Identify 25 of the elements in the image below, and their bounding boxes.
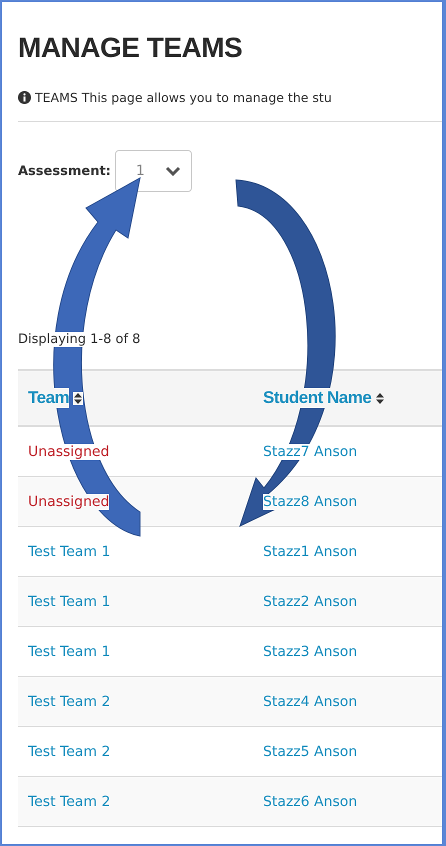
info-icon <box>18 91 31 104</box>
team-link[interactable]: Test Team 1 <box>28 644 110 660</box>
team-link[interactable]: Unassigned <box>28 494 110 510</box>
sort-icon[interactable] <box>73 392 84 404</box>
page-title: MANAGE TEAMS <box>18 31 244 65</box>
chevron-down-icon <box>164 166 181 176</box>
results-summary: Displaying 1-8 of 8 <box>18 332 140 347</box>
info-text: TEAMS This page allows you to manage the stu <box>35 90 332 105</box>
student-link[interactable]: Stazz5 Anson <box>263 744 358 760</box>
team-link[interactable]: Test Team 1 <box>28 594 110 610</box>
team-link[interactable]: Unassigned <box>28 444 110 460</box>
column-heading[interactable]: Student Name <box>263 388 372 408</box>
student-link[interactable]: Stazz2 Anson <box>263 594 358 610</box>
team-link[interactable]: Test Team 2 <box>28 694 110 710</box>
student-link[interactable]: Stazz7 Anson <box>263 444 358 460</box>
student-link[interactable]: Stazz8 Anson <box>263 494 358 510</box>
team-link[interactable]: Test Team 1 <box>28 544 110 560</box>
team-link[interactable]: Test Team 2 <box>28 794 110 810</box>
assessment-label: Assessment: <box>18 164 111 178</box>
team-link[interactable]: Test Team 2 <box>28 744 110 760</box>
student-link[interactable]: Stazz4 Anson <box>263 694 358 710</box>
student-link[interactable]: Stazz3 Anson <box>263 644 358 660</box>
student-link[interactable]: Stazz6 Anson <box>263 794 358 810</box>
column-heading[interactable]: Team <box>28 388 70 408</box>
student-link[interactable]: Stazz1 Anson <box>263 544 358 560</box>
